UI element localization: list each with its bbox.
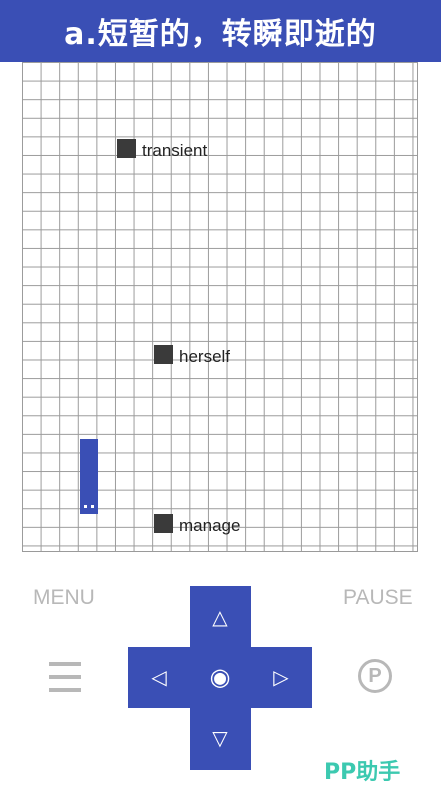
pause-icon[interactable]: P — [358, 659, 392, 693]
snake-eye-left — [84, 505, 87, 508]
definition-text: a.短暂的，转瞬即逝的 — [64, 17, 377, 52]
dpad-right-button[interactable]: ▷ — [261, 657, 301, 697]
word-block-manage — [154, 514, 173, 533]
pause-label[interactable]: PAUSE — [343, 586, 413, 610]
word-label-herself: herself — [179, 347, 231, 366]
word-block-transient — [117, 139, 136, 158]
word-label-transient: transient — [142, 141, 208, 160]
word-block-herself — [154, 345, 173, 364]
snake — [80, 439, 98, 514]
dpad-up-button[interactable]: △ — [200, 597, 240, 637]
snake-eye-right — [91, 505, 94, 508]
dpad-down-button[interactable]: ▽ — [200, 718, 240, 758]
menu-icon[interactable] — [49, 662, 81, 694]
menu-label[interactable]: MENU — [33, 586, 95, 610]
pause-icon-glyph: P — [368, 664, 382, 687]
definition-header: a.短暂的，转瞬即逝的 — [0, 0, 441, 62]
word-label-manage: manage — [179, 516, 241, 535]
dpad-center-button[interactable]: ◉ — [200, 657, 240, 697]
dpad-left-button[interactable]: ◁ — [139, 657, 179, 697]
watermark-logo: PP助手 — [324, 760, 401, 785]
